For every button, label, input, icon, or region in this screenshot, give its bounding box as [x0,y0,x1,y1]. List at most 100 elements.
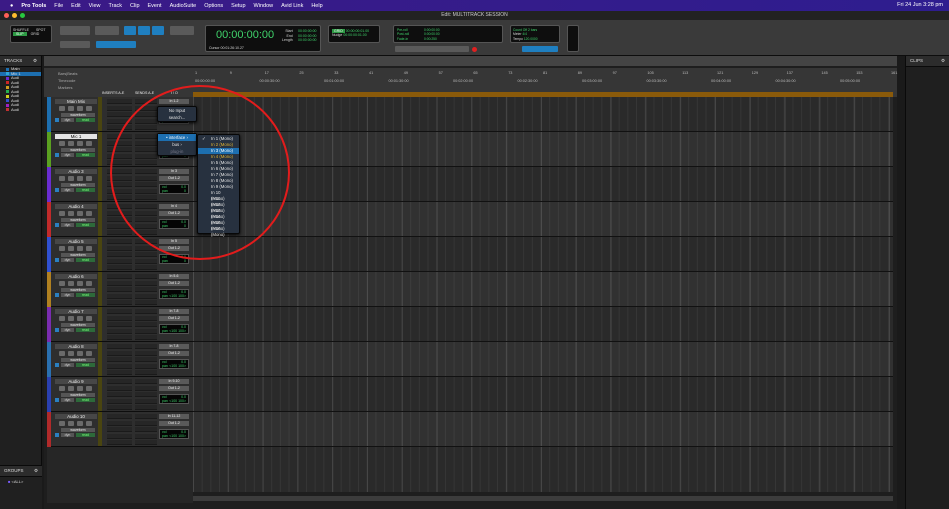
menu-item-no-input[interactable]: No Input [158,107,196,114]
send-slot[interactable] [135,350,157,356]
menu-view[interactable]: View [89,3,101,9]
send-slot[interactable] [135,370,157,375]
automation-toggle[interactable] [55,433,59,437]
insert-slot[interactable] [107,335,132,340]
menu-options[interactable]: Options [204,3,223,9]
clock[interactable]: Fri 24 Jun 3:28 pm [897,2,943,8]
input-monitor-button[interactable] [68,211,74,216]
send-slot[interactable] [135,427,157,432]
automation-mode[interactable]: read [76,223,95,227]
nudge-value[interactable]: 00:00:00:01.00 [343,33,366,37]
track-view-selector[interactable]: waveform [61,183,95,187]
insert-slot[interactable] [107,112,132,117]
send-slot[interactable] [135,357,157,362]
track-name[interactable]: Main Mix [55,99,97,104]
input-selector[interactable]: In 5-6 [159,274,189,279]
input-monitor-button[interactable] [68,316,74,321]
dyn-label[interactable]: dyn [61,188,74,192]
track-lane[interactable] [193,272,893,307]
input-monitor-button[interactable] [68,281,74,286]
input-monitor-button[interactable] [68,386,74,391]
output-selector[interactable]: Out 1-2 [159,386,189,391]
send-slot[interactable] [135,379,157,384]
clips-menu-icon[interactable]: ⚙ [941,58,945,64]
track-row[interactable]: Audio 4 waveform dyn read In 4 Out 1-2 vol 0.0… [47,202,193,237]
send-slot[interactable] [135,160,157,165]
mute-button[interactable] [86,316,92,321]
insert-slot[interactable] [107,230,132,235]
count-off[interactable]: Count Off [513,28,527,32]
solo-button[interactable] [77,421,83,426]
mute-button[interactable] [86,176,92,181]
input-monitor-button[interactable] [68,141,74,146]
insert-slot[interactable] [107,427,132,432]
menu-audiosuite[interactable]: AudioSuite [170,3,197,9]
pan-value[interactable]: <100 100> [169,434,186,438]
insert-slot[interactable] [107,379,132,384]
send-slot[interactable] [135,420,157,426]
mute-button[interactable] [86,106,92,111]
insert-slot[interactable] [107,405,132,410]
dyn-label[interactable]: dyn [61,118,74,122]
output-selector[interactable]: Out 1-2 [159,351,189,356]
send-slot[interactable] [135,287,157,292]
record-button[interactable] [59,211,65,216]
insert-slot[interactable] [107,274,132,279]
send-slot[interactable] [135,118,157,124]
insert-slot[interactable] [107,265,132,270]
insert-slot[interactable] [107,118,132,124]
automation-toggle[interactable] [55,188,59,192]
insert-slot[interactable] [107,350,132,356]
insert-slot[interactable] [107,169,132,174]
insert-slot[interactable] [107,99,132,104]
send-slot[interactable] [135,140,157,146]
send-slot[interactable] [135,134,157,139]
insert-slot[interactable] [107,322,132,327]
menu-item-interface[interactable]: • interface › [158,134,196,141]
input-selector[interactable]: In 4 [159,204,189,209]
record-button[interactable] [59,351,65,356]
send-slot[interactable] [135,385,157,391]
app-menu[interactable]: Pro Tools [21,3,46,9]
send-slot[interactable] [135,223,157,229]
record-button[interactable] [59,106,65,111]
dyn-label[interactable]: dyn [61,153,74,157]
record-button[interactable] [59,386,65,391]
track-lane[interactable] [193,97,893,132]
dyn-label[interactable]: dyn [61,363,74,367]
send-slot[interactable] [135,300,157,305]
zoom-presets[interactable] [60,41,90,48]
postroll-label[interactable]: Post-roll [397,32,409,36]
insert-slot[interactable] [107,204,132,209]
input-monitor-button[interactable] [68,421,74,426]
fadein-value[interactable]: 0:00:250 [424,37,437,41]
track-row[interactable]: Audio 3 waveform dyn read In 3 Out 1-2 vol 0.0… [47,167,193,202]
send-slot[interactable] [135,398,157,404]
track-row[interactable]: Audio 5 waveform dyn read In 5 Out 1-2 vol 0.0… [47,237,193,272]
send-slot[interactable] [135,125,157,130]
insert-slot[interactable] [107,309,132,314]
automation-mode[interactable]: read [76,328,95,332]
insert-slot[interactable] [107,153,132,159]
automation-toggle[interactable] [55,398,59,402]
send-slot[interactable] [135,274,157,279]
insert-slot[interactable] [107,223,132,229]
track-view-selector[interactable]: waveform [61,148,95,152]
insert-slot[interactable] [107,280,132,286]
track-lane[interactable] [193,167,893,202]
automation-toggle[interactable] [55,258,59,262]
track-name[interactable]: Audio 10 [55,414,97,419]
track-name[interactable]: Audio 6 [55,274,97,279]
track-row[interactable]: Audio 8 waveform dyn read In 7-8 Out 1-2 vol 0… [47,342,193,377]
pan-value[interactable]: 0 [184,259,186,263]
dyn-label[interactable]: dyn [61,223,74,227]
preroll-value[interactable]: 0:00:00:00 [424,28,440,32]
tempo-value[interactable]: 120.0000 [524,37,538,41]
solo-button[interactable] [77,351,83,356]
send-slot[interactable] [135,433,157,439]
record-button[interactable] [59,316,65,321]
automation-mode[interactable]: read [76,118,95,122]
dyn-label[interactable]: dyn [61,328,74,332]
mute-button[interactable] [86,246,92,251]
automation-toggle[interactable] [55,293,59,297]
